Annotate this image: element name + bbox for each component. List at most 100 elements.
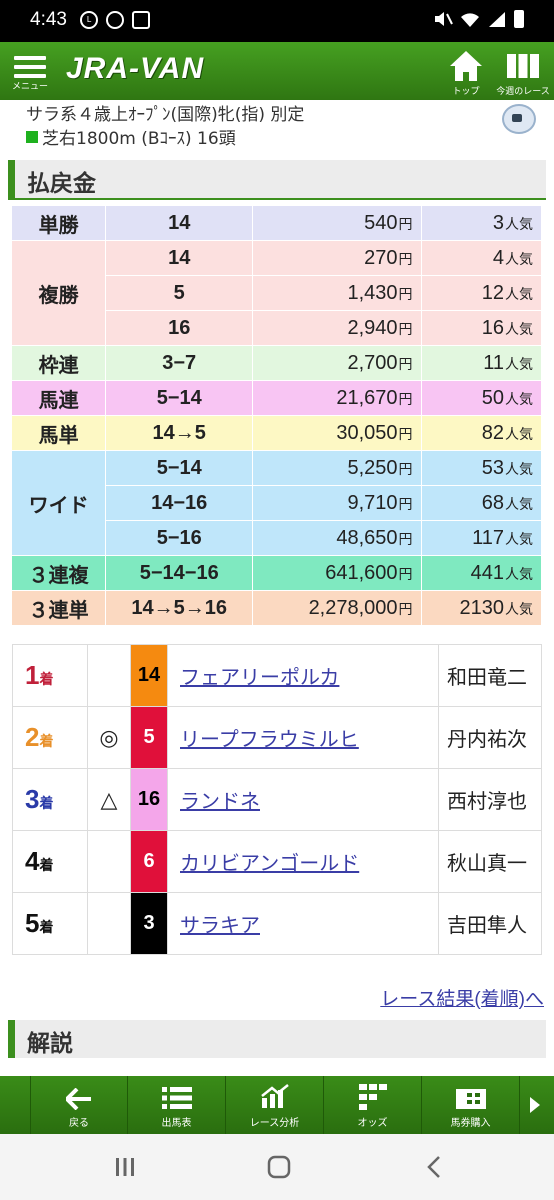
entries-button[interactable]: 出馬表 [128,1076,226,1134]
popularity-unit: 人気 [505,250,533,267]
prediction-mark [87,644,131,707]
popularity: 11人気 [421,345,543,381]
amount-value: 2,700 [347,351,398,374]
popularity-value: 68 [481,491,504,514]
popularity: 441人気 [421,555,543,591]
payout-amount: 30,050円 [252,415,422,451]
horse-name-link[interactable]: フェアリーポルカ [180,667,339,689]
payout-title: 払戻金 [27,171,96,197]
odds-button[interactable]: オッズ [324,1076,422,1134]
combination: 14−16 [105,485,254,521]
horse-name-link[interactable]: サラキア [180,915,260,937]
system-icons [433,10,524,28]
yen-unit: 円 [398,215,413,232]
combination: 5−14 [105,450,254,486]
payout-amount: 48,650円 [252,520,422,556]
chevron-right-icon [530,1097,540,1113]
finish-position: 1着 [12,644,88,707]
rank-number: 5 [25,908,40,938]
horse-number: 3 [130,892,168,955]
globe-icon [106,11,124,29]
popularity-value: 11 [483,351,504,374]
horse-name-link[interactable]: ランドネ [180,791,260,813]
back-button[interactable]: 戻る [30,1076,128,1134]
combination: 5 [105,275,254,311]
bet-type: 枠連 [12,345,107,381]
result-row: 3着 △ 16 ランドネ 西村淳也 [12,768,542,831]
jockey-name: 丹内祐次 [438,706,542,769]
rank-unit: 着 [39,671,54,687]
amount-value: 48,650 [336,526,398,549]
popularity-unit: 人気 [505,460,533,477]
payout-amount: 641,600円 [252,555,422,591]
payout-row: ワイド 5−14 5,250円 53人気 [12,450,543,556]
race-analysis-label: レース分析 [249,1118,300,1129]
popularity-unit: 人気 [505,425,533,442]
status-bar: 4:43 L [0,0,554,42]
buy-ticket-button[interactable]: 馬券購入 [422,1076,520,1134]
this-week-races-button[interactable]: 今週のレース [494,48,552,97]
popularity: 117人気 [421,520,543,556]
yen-unit: 円 [398,250,413,267]
horse-name-link[interactable]: リープフラウミルヒ [180,729,359,751]
next-arrow-button[interactable] [520,1076,550,1134]
popularity-value: 3 [492,211,504,234]
notification-icons: L [80,11,150,29]
top-button[interactable]: トップ [444,48,488,97]
payout-amount: 2,278,000円 [252,590,422,626]
payout-amount: 5,250円 [252,450,422,486]
payout-row: 枠連 3−7 2,700円 11人気 [12,345,543,381]
yen-unit: 円 [398,495,413,512]
popularity: 12人気 [421,275,543,311]
bet-type: ３連複 [12,555,107,591]
popularity-value: 53 [481,456,504,479]
back-nav-icon[interactable] [420,1154,450,1180]
signal-icon [489,12,505,27]
popularity-value: 4 [492,246,504,269]
yen-unit: 円 [398,425,413,442]
recent-apps-icon[interactable] [110,1154,140,1180]
payout-amount: 270円 [252,240,422,276]
popularity-unit: 人気 [505,285,533,302]
payout-row: 馬単 14→5 30,050円 82人気 [12,415,543,451]
rank-number: 2 [25,722,40,752]
combination: 5−14−16 [105,555,254,591]
combination: 16 [105,310,254,346]
system-nav-bar [0,1134,554,1200]
yen-unit: 円 [398,460,413,477]
horse-name-link[interactable]: カリビアンゴールド [180,853,359,875]
hamburger-icon [10,56,50,78]
popularity-unit: 人気 [505,495,533,512]
amount-value: 641,600 [325,561,398,584]
comment-section-header: 解説 [8,1020,546,1058]
race-course: 芝右1800m (Bｺｰｽ) 16頭 [26,124,236,149]
menu-button[interactable]: メニュー [10,52,50,100]
payout-amount: 21,670円 [252,380,422,416]
bet-type: 馬単 [12,415,107,451]
rank-unit: 着 [39,733,54,749]
combination: 3−7 [105,345,254,381]
combination: 14 [105,206,254,241]
race-results-link[interactable]: レース結果(着順)へ [380,984,544,1011]
horse-cell: カリビアンゴールド [167,830,439,893]
app-header: メニュー JRA-VAN トップ 今週のレース [0,42,554,100]
home-nav-icon[interactable] [264,1154,294,1180]
back-arrow-icon [66,1088,91,1110]
mute-icon [435,12,453,26]
jockey-name: 和田竜二 [438,644,542,707]
video-icon[interactable] [502,104,536,134]
jra-van-logo[interactable]: JRA-VAN [66,52,204,86]
payout-section-header: 払戻金 [8,160,546,198]
amount-value: 1,430 [347,281,398,304]
rank-number: 1 [25,660,40,690]
amount-value: 540 [364,211,398,234]
yen-unit: 円 [398,285,413,302]
yen-unit: 円 [398,355,413,372]
race-conditions: サラ系４歳上ｵｰﾌﾟﾝ(国際)牝(指) 別定 [26,105,305,125]
combination: 14→5 [105,415,254,451]
bottom-nav: 戻る 出馬表 レース分析 オッズ 馬券購入 [0,1076,554,1134]
popularity-unit: 人気 [505,390,533,407]
race-analysis-button[interactable]: レース分析 [226,1076,324,1134]
result-row: 5着 3 サラキア 吉田隼人 [12,892,542,955]
payout-row: 単勝 14 540円 3人気 [12,206,543,241]
